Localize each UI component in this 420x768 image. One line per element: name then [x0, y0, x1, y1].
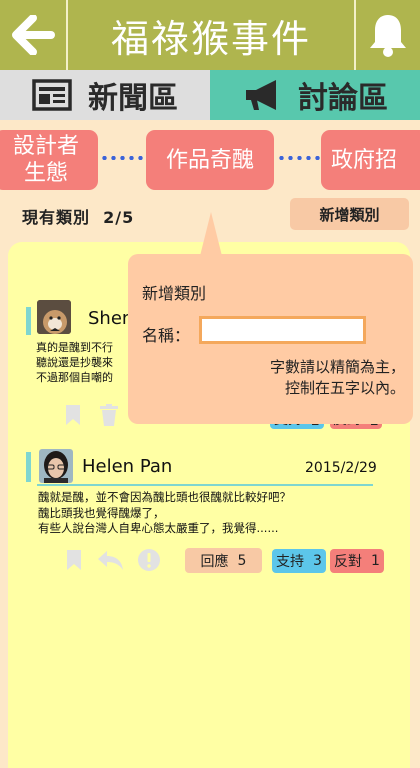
post-line: 聽說還是抄襲來	[36, 356, 113, 369]
post-content: 醜就是醜，並不會因為醜比頭也很醜就比較好吧？ 醜比頭我也覺得醜爆了， 有些人說台灣人…	[38, 490, 378, 537]
delete-button[interactable]	[100, 404, 118, 426]
popup-pointer	[200, 212, 222, 256]
newspaper-icon	[32, 79, 72, 111]
tab-forum-label: 討論區	[298, 81, 388, 116]
post-accent-bar	[26, 452, 31, 482]
popup-hint: 字數請以精簡為主， 控制在五字以內。	[269, 358, 405, 397]
post-divider	[37, 484, 373, 486]
report-button[interactable]	[137, 548, 161, 572]
oppose-count: 1	[371, 553, 380, 569]
post-line: 不過那個自嘲的	[36, 371, 113, 384]
reply-arrow-button[interactable]	[97, 549, 125, 571]
alert-icon	[138, 549, 160, 571]
tab-news-label: 新聞區	[88, 81, 178, 116]
category-connector	[100, 156, 146, 160]
category-count: 現有類別 2/5	[22, 204, 134, 228]
category-name-label: 名稱：	[142, 326, 191, 345]
category-count-label: 現有類別	[22, 208, 91, 227]
megaphone-icon	[242, 77, 282, 113]
avatar	[37, 300, 71, 334]
post-accent-bar	[26, 307, 31, 335]
post-username: Shen	[88, 308, 134, 329]
reply-count: 5	[237, 552, 247, 569]
app-header: 福祿猴事件	[0, 0, 420, 70]
notification-button[interactable]	[354, 0, 420, 70]
bookmark-icon	[67, 550, 81, 570]
section-tabs: 新聞區 討論區	[0, 70, 420, 120]
reply-icon	[98, 551, 123, 570]
reply-button[interactable]: 回應 5	[185, 548, 262, 573]
support-count: 3	[313, 553, 322, 569]
add-category-popup: 新增類別 名稱： 字數請以精簡為主， 控制在五字以內。	[128, 254, 413, 424]
tab-news[interactable]: 新聞區	[0, 70, 210, 120]
bookmark-icon	[66, 405, 80, 425]
post-date: 2015/2/29	[305, 460, 377, 476]
post-line: 真的是醜到不行	[36, 341, 113, 354]
oppose-label: 反對	[334, 554, 363, 570]
tab-forum[interactable]: 討論區	[210, 70, 420, 120]
post-line: 醜比頭我也覺得醜爆了，	[38, 505, 165, 520]
post-line: 有些人說台灣人自卑心態太嚴重了，我覺得......	[38, 521, 279, 535]
bookmark-button[interactable]	[66, 549, 82, 571]
category-connector	[277, 156, 321, 160]
back-button[interactable]	[0, 0, 68, 70]
trash-icon	[100, 404, 118, 426]
page-title: 福祿猴事件	[110, 16, 311, 61]
popup-title: 新增類別	[142, 284, 207, 303]
post-content: 真的是醜到不行 聽說還是抄襲來 不過那個自嘲的	[36, 340, 136, 385]
post-line: 醜就是醜，並不會因為醜比頭也很醜就比較好吧？	[38, 490, 291, 504]
support-label: 支持	[276, 554, 305, 570]
bell-icon	[370, 15, 406, 57]
category-government[interactable]: 政府招	[321, 130, 420, 190]
reply-label: 回應	[200, 553, 229, 570]
category-name-input[interactable]	[199, 316, 366, 344]
back-arrow-icon	[12, 15, 55, 55]
support-button[interactable]: 支持 3	[272, 549, 326, 573]
bookmark-button[interactable]	[65, 404, 81, 426]
category-ugly-work[interactable]: 作品奇醜	[146, 130, 274, 190]
category-count-value: 2/5	[103, 208, 135, 227]
oppose-button[interactable]: 反對 1	[330, 549, 384, 573]
category-designer-ecology[interactable]: 設計者 生態	[0, 130, 98, 190]
avatar	[39, 449, 73, 483]
post-username: Helen Pan	[82, 456, 173, 477]
add-category-button[interactable]: 新增類別	[290, 198, 409, 230]
